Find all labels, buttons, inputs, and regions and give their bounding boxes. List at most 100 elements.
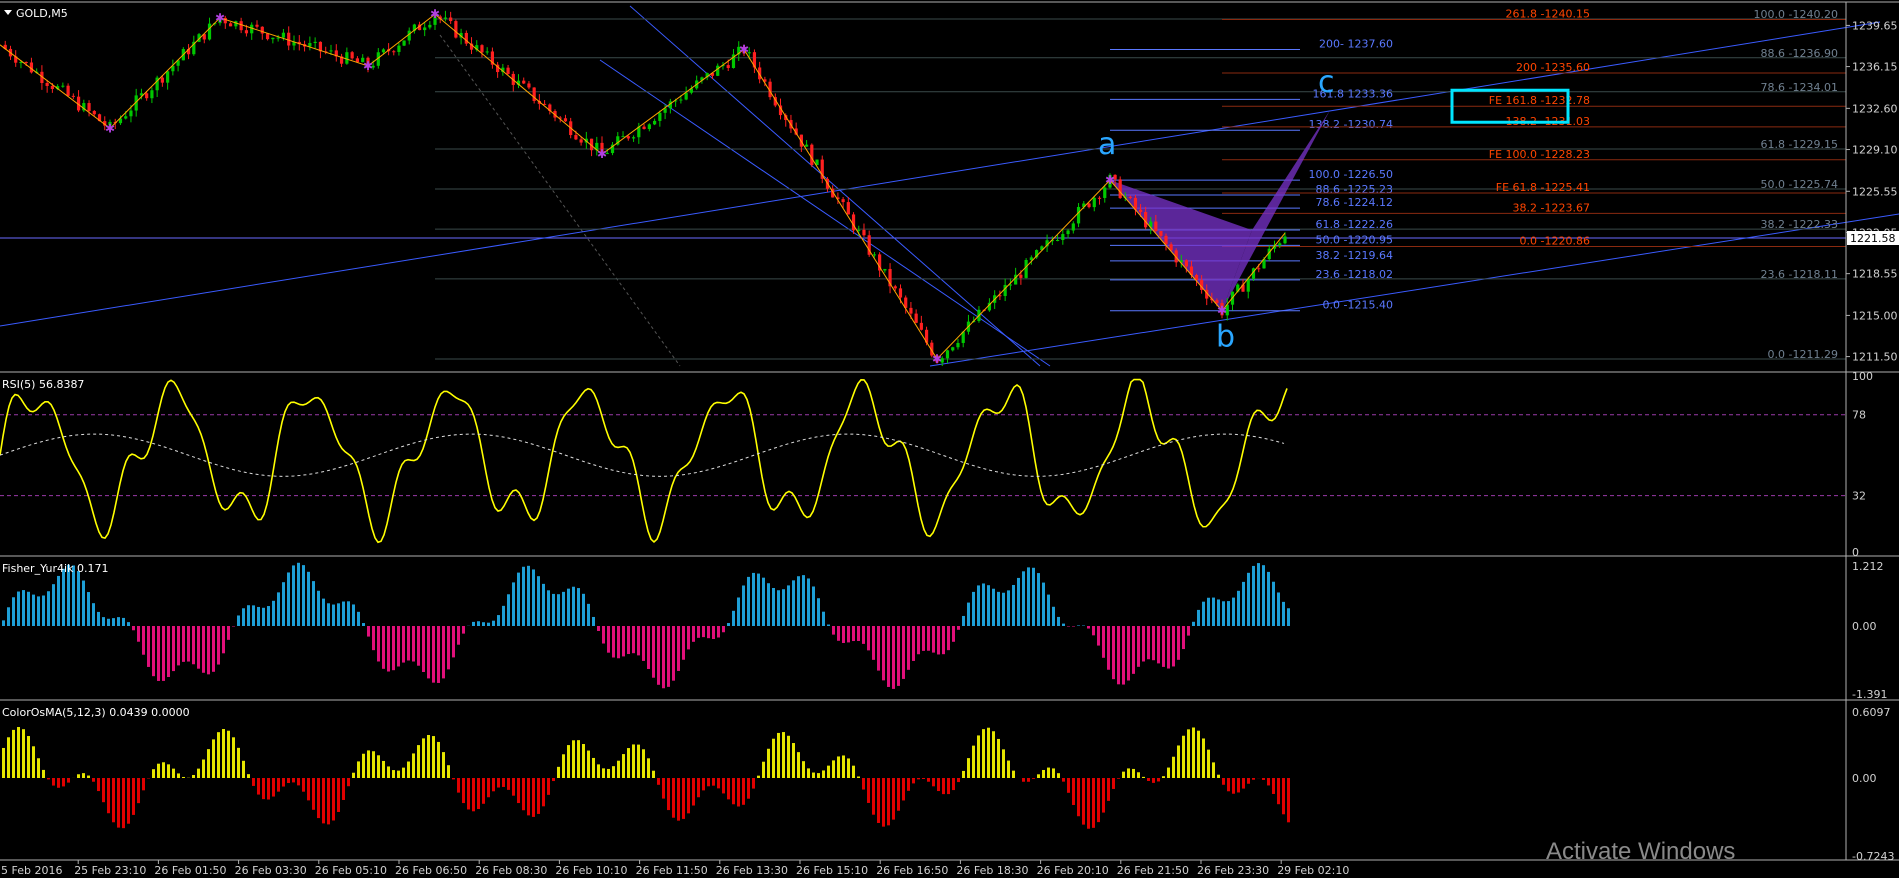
osma-bar bbox=[602, 768, 605, 778]
price-tick-label: 1225.55 bbox=[1852, 185, 1898, 198]
fisher-bar bbox=[1102, 626, 1105, 658]
fisher-bar bbox=[202, 626, 205, 673]
fisher-bar bbox=[17, 591, 20, 626]
candle-body bbox=[1097, 197, 1102, 199]
fisher-bar bbox=[727, 623, 730, 626]
osma-bar bbox=[22, 729, 25, 778]
time-tick-label: 26 Feb 05:10 bbox=[315, 864, 387, 877]
osma-bar bbox=[347, 778, 350, 787]
fisher-bar bbox=[497, 615, 500, 626]
candle-body bbox=[914, 313, 918, 323]
osma-bar bbox=[242, 760, 245, 778]
fisher-panel[interactable] bbox=[2, 562, 1290, 689]
trading-chart[interactable]: 100.0 -1240.20 88.6 -1236.90 78.6 -1234.01… bbox=[0, 0, 1899, 878]
fisher-title: Fisher_Yur4ik 0.171 bbox=[2, 562, 108, 575]
fisher-bar bbox=[102, 617, 105, 626]
osma-bar bbox=[922, 778, 925, 779]
price-tick-label: 1229.10 bbox=[1852, 144, 1898, 157]
osma-level-label: -0.7243 bbox=[1852, 850, 1894, 863]
fisher-bar bbox=[697, 626, 700, 638]
candle-body bbox=[658, 112, 662, 121]
fisher-bar bbox=[247, 605, 250, 626]
candle-body bbox=[480, 45, 484, 53]
osma-bar bbox=[77, 774, 80, 778]
candle-body bbox=[287, 32, 291, 46]
fisher-bar bbox=[1022, 571, 1025, 626]
osma-bar bbox=[97, 778, 100, 792]
candle-body bbox=[846, 202, 850, 215]
osma-bar bbox=[792, 743, 795, 778]
osma-bar bbox=[1012, 770, 1015, 778]
osma-bar bbox=[917, 778, 920, 780]
osma-bar bbox=[1082, 778, 1085, 825]
fisher-bar bbox=[362, 623, 365, 626]
osma-bar bbox=[817, 773, 820, 778]
osma-bar bbox=[167, 764, 170, 778]
osma-bar bbox=[1267, 778, 1270, 786]
osma-bar bbox=[987, 727, 990, 778]
fisher-bar bbox=[1182, 626, 1185, 650]
fisher-bar bbox=[842, 626, 845, 643]
osma-bar bbox=[452, 778, 455, 780]
candle-body bbox=[631, 137, 636, 139]
osma-bar bbox=[32, 746, 35, 778]
rsi-panel[interactable] bbox=[0, 378, 1846, 544]
candle-body bbox=[71, 95, 75, 97]
candle-body bbox=[1076, 206, 1081, 224]
fisher-bar bbox=[632, 626, 635, 654]
fisher-bar bbox=[187, 626, 190, 662]
price-tick-label: 1232.60 bbox=[1852, 102, 1898, 115]
fisher-bar bbox=[847, 626, 850, 643]
fisher-bar bbox=[932, 626, 935, 653]
fisher-bar bbox=[1227, 601, 1230, 626]
osma-bar bbox=[287, 778, 290, 784]
osma-bar bbox=[52, 778, 55, 786]
fisher-bar bbox=[852, 626, 855, 642]
osma-bar bbox=[957, 778, 960, 783]
fisher-bar bbox=[222, 626, 225, 654]
osma-bar bbox=[1247, 778, 1250, 784]
osma-bar bbox=[162, 762, 165, 778]
osma-bar bbox=[62, 778, 65, 787]
wave-label-c: c bbox=[1318, 65, 1335, 100]
fisher-bar bbox=[597, 626, 600, 631]
fisher-bar bbox=[1202, 601, 1205, 626]
fisher-bar bbox=[672, 626, 675, 681]
fisher-bar bbox=[1132, 626, 1135, 674]
candle-body bbox=[652, 120, 657, 125]
fisher-bar bbox=[1232, 597, 1235, 626]
osma-bar bbox=[927, 778, 930, 782]
fisher-bar bbox=[432, 626, 435, 683]
fisher-bar bbox=[752, 572, 755, 626]
fisher-bar bbox=[787, 585, 790, 626]
fisher-bar bbox=[112, 618, 115, 626]
fisher-bar bbox=[1162, 626, 1165, 667]
candle-body bbox=[532, 87, 536, 101]
fisher-bar bbox=[972, 591, 975, 626]
osma-bar bbox=[472, 778, 475, 812]
osma-bar bbox=[462, 778, 465, 804]
candle-body bbox=[250, 24, 254, 34]
candle-body bbox=[271, 37, 275, 40]
fibo-blue-label: 61.8 -1222.26 bbox=[1316, 218, 1393, 231]
fisher-bar bbox=[457, 626, 460, 645]
swing-marker: ✱ bbox=[597, 147, 607, 161]
fisher-bar bbox=[992, 588, 995, 626]
fisher-bar bbox=[452, 626, 455, 658]
rsi-level-label: 0 bbox=[1852, 546, 1859, 559]
fisher-bar bbox=[902, 626, 905, 679]
fisher-bar bbox=[1212, 597, 1215, 626]
osma-bar bbox=[747, 778, 750, 799]
fisher-bar bbox=[97, 611, 100, 626]
fibo-gray-label: 78.6 -1234.01 bbox=[1761, 81, 1838, 94]
price-panel[interactable]: 100.0 -1240.20 88.6 -1236.90 78.6 -1234.01… bbox=[0, 5, 1899, 367]
candle-body bbox=[1159, 231, 1163, 236]
osma-bar bbox=[302, 778, 305, 792]
fisher-bar bbox=[627, 626, 630, 655]
osma-bar bbox=[177, 773, 180, 778]
osma-panel[interactable] bbox=[2, 727, 1290, 829]
osma-bar bbox=[592, 757, 595, 778]
fisher-bar bbox=[252, 605, 255, 626]
osma-bar bbox=[637, 744, 640, 778]
fisher-bar bbox=[332, 604, 335, 626]
